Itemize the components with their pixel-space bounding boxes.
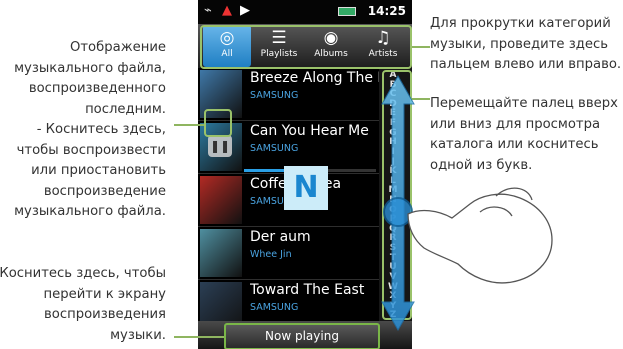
album-art xyxy=(200,229,242,277)
leader-line-index xyxy=(412,98,430,100)
callout-scroll-categories: Для прокрутки категорий музыки, проведит… xyxy=(430,16,622,72)
callout-last-played: Отображение музыкального файла, воспроиз… xyxy=(14,40,166,219)
clock: 14:25 xyxy=(367,4,406,18)
now-playing-button[interactable]: Now playing xyxy=(224,323,380,349)
usb-icon: ⌁ xyxy=(204,3,212,18)
finger-icon xyxy=(407,187,553,284)
battery-icon xyxy=(338,7,356,16)
callout-now-playing: Коснитесь здесь, чтобы перейти к экрану … xyxy=(0,266,166,343)
highlight-pause xyxy=(204,109,232,137)
warning-icon: ▲ xyxy=(222,3,232,18)
highlight-index xyxy=(382,70,412,320)
leader-line-pause xyxy=(174,124,204,126)
now-playing-bar: Now playing xyxy=(198,321,412,349)
album-art xyxy=(200,176,242,224)
callout-index-scroll: Перемещайте палец вверх или вниз для про… xyxy=(430,96,618,173)
play-icon: ▶ xyxy=(240,3,250,18)
pause-button[interactable]: ❚❚ xyxy=(208,135,232,157)
leader-line-nowplaying xyxy=(174,336,224,338)
index-letter-popup: N xyxy=(284,166,328,210)
leader-line-tabs xyxy=(412,46,430,48)
status-bar: ⌁ ▲ ▶ 14:25 xyxy=(198,0,412,24)
highlight-tabs xyxy=(200,25,412,69)
list-item[interactable]: Der aum Whee Jin xyxy=(198,227,379,280)
